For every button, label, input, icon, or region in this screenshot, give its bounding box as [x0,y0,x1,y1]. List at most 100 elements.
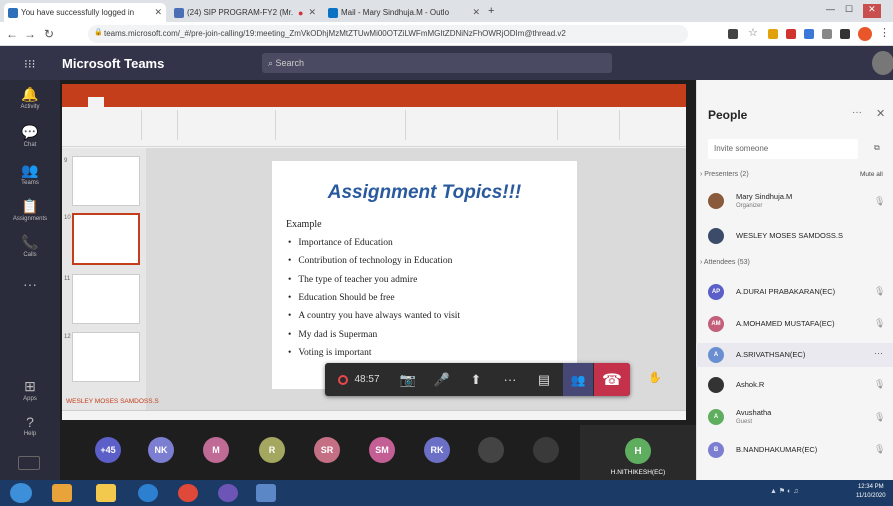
forward-icon[interactable]: → [24,27,36,41]
ppt-ribbon-tabs [62,96,686,107]
overflow-avatar[interactable]: +45 [95,437,121,463]
more-options-icon[interactable]: ··· [852,107,862,118]
profile-icon[interactable] [858,27,872,41]
slide-bullet: My dad is Superman [288,330,377,340]
invite-input[interactable]: Invite someone [708,139,858,159]
chrome-icon[interactable] [178,484,198,502]
person-name: Ashok.R [736,380,765,389]
slide-thumbnail[interactable] [72,274,140,324]
system-tray-icons[interactable]: ▲ ⚑ ◐ ♫ [770,487,799,495]
camera-off-icon[interactable]: 📷 [392,363,424,396]
attendees-section-header[interactable]: › Attendees (53) [700,259,750,266]
start-button-icon[interactable] [10,483,32,503]
extension-icon[interactable] [728,29,738,39]
presenters-section-header[interactable]: › Presenters (2) [700,171,749,178]
taskbar-clock[interactable]: 12:34 PM 11/10/2020 [856,483,886,501]
file-explorer-icon[interactable] [96,484,116,502]
slide-bullet: Education Should be free [288,293,394,303]
avatar: A [708,409,724,425]
clock-date: 11/10/2020 [856,493,886,499]
mic-off-icon[interactable]: 🎤 [426,363,458,396]
share-link-icon[interactable]: ⧉ [874,143,880,153]
close-tab-icon[interactable]: ✕ [154,7,162,18]
person-row[interactable]: Ashok.R 🎙 [708,375,893,395]
person-row[interactable]: B B.NANDHAKUMAR(EC) 🎙 [708,440,893,460]
browser-tab-mail[interactable]: Mail - Mary Sindhuja.M - Outlo ✕ [324,3,484,22]
mic-muted-icon: 🎙 [874,444,886,454]
rail-item-teams[interactable]: 👥 Teams [10,162,50,186]
share-screen-icon[interactable]: ⬆ [460,363,492,396]
slide-thumbnail[interactable] [72,156,140,206]
reload-icon[interactable]: ↻ [44,27,54,41]
participant-photo-avatar [533,437,559,463]
rail-item-chat[interactable]: 💬 Chat [10,124,50,148]
person-row[interactable]: A Avushatha Guest 🎙 [708,406,893,426]
person-row[interactable]: Mary Sindhuja.M Organizer 🎙 [708,190,893,210]
rail-item-assignments[interactable]: 📋 Assignments [10,198,50,222]
extension-icon[interactable] [768,29,778,39]
user-avatar[interactable] [872,51,893,75]
mute-all-button[interactable]: Mute all [860,171,883,178]
avatar: AP [708,284,724,300]
chat-toggle-icon[interactable]: ▤ [528,363,560,396]
slide-thumbnail-selected[interactable] [72,213,140,265]
extension-icon[interactable] [786,29,796,39]
person-name: Mary Sindhuja.M [736,192,793,201]
participants-toggle-icon[interactable]: 👥 [563,363,593,396]
person-row[interactable]: A A.SRIVATHSAN(EC) ··· [708,345,893,365]
thumb-number: 12 [64,334,71,340]
puzzle-icon[interactable] [840,29,850,39]
participant-avatar: M [203,437,229,463]
rail-item-calls[interactable]: 📞 Calls [10,234,50,258]
participant-photo-avatar [478,437,504,463]
slide-bullet: Voting is important [288,348,371,358]
tab-favicon-icon [8,7,18,18]
extension-icon[interactable] [804,29,814,39]
menu-kebab-icon[interactable]: ⋮ [879,26,890,39]
app-icon[interactable] [256,484,276,502]
slide-bullet: Contribution of technology in Education [288,256,452,266]
minimize-icon[interactable]: — [826,4,835,18]
close-icon[interactable]: ✕ [876,107,885,120]
app-title: Microsoft Teams [62,56,165,71]
hang-up-button[interactable]: ☎ [594,363,630,396]
participant-avatar: R [259,437,285,463]
close-tab-icon[interactable]: ✕ [308,7,316,18]
slide-example-label: Example [286,219,322,230]
app-launcher-icon[interactable]: ⁝⁝⁝ [24,57,35,71]
rail-item-more[interactable]: ··· [10,276,50,292]
internet-explorer-icon[interactable] [138,484,158,502]
thumb-number: 9 [64,158,68,164]
browser-tab-teams[interactable]: (24) SIP PROGRAM-FY2 (Mr. ● ✕ [170,3,320,22]
back-icon[interactable]: ← [6,27,18,41]
close-window-icon[interactable]: ✕ [863,4,881,18]
extension-icon[interactable] [822,29,832,39]
avatar: AM [708,316,724,332]
close-tab-icon[interactable]: ✕ [472,7,480,18]
person-row[interactable]: WESLEY MOSES SAMDOSS.S [708,226,893,246]
chat-icon: 💬 [21,124,39,140]
rail-item-activity[interactable]: 🔔 Activity [10,86,50,110]
url-field[interactable]: teams.microsoft.com/_#/pre-join-calling/… [88,25,688,43]
star-icon[interactable]: ☆ [748,26,758,39]
more-actions-icon[interactable]: ··· [494,363,526,396]
rail-item-help[interactable]: ? Help [10,414,50,437]
search-input[interactable]: ⌕ Search [262,53,612,73]
avatar [708,193,724,209]
maximize-icon[interactable]: ☐ [845,4,853,18]
new-tab-icon[interactable]: + [488,5,494,17]
media-player-icon[interactable] [52,484,72,502]
person-role: Guest [736,419,753,425]
app-icon[interactable] [218,484,238,502]
more-options-icon[interactable]: ··· [874,348,883,358]
rail-item-apps[interactable]: ⊞ Apps [10,378,50,402]
raise-hand-icon[interactable]: ✋ [648,371,662,384]
more-icon: ··· [23,276,37,292]
person-row[interactable]: AM A.MOHAMED MUSTAFA(EC) 🎙 [708,314,893,334]
browser-tab-login[interactable]: You have successfully logged in ✕ [4,3,166,22]
person-row[interactable]: AP A.DURAI PRABAKARAN(EC) 🎙 [708,282,893,302]
bell-icon: 🔔 [21,86,39,102]
rail-label: Calls [23,252,37,258]
slide-thumbnail[interactable] [72,332,140,382]
device-icon[interactable] [18,456,40,470]
